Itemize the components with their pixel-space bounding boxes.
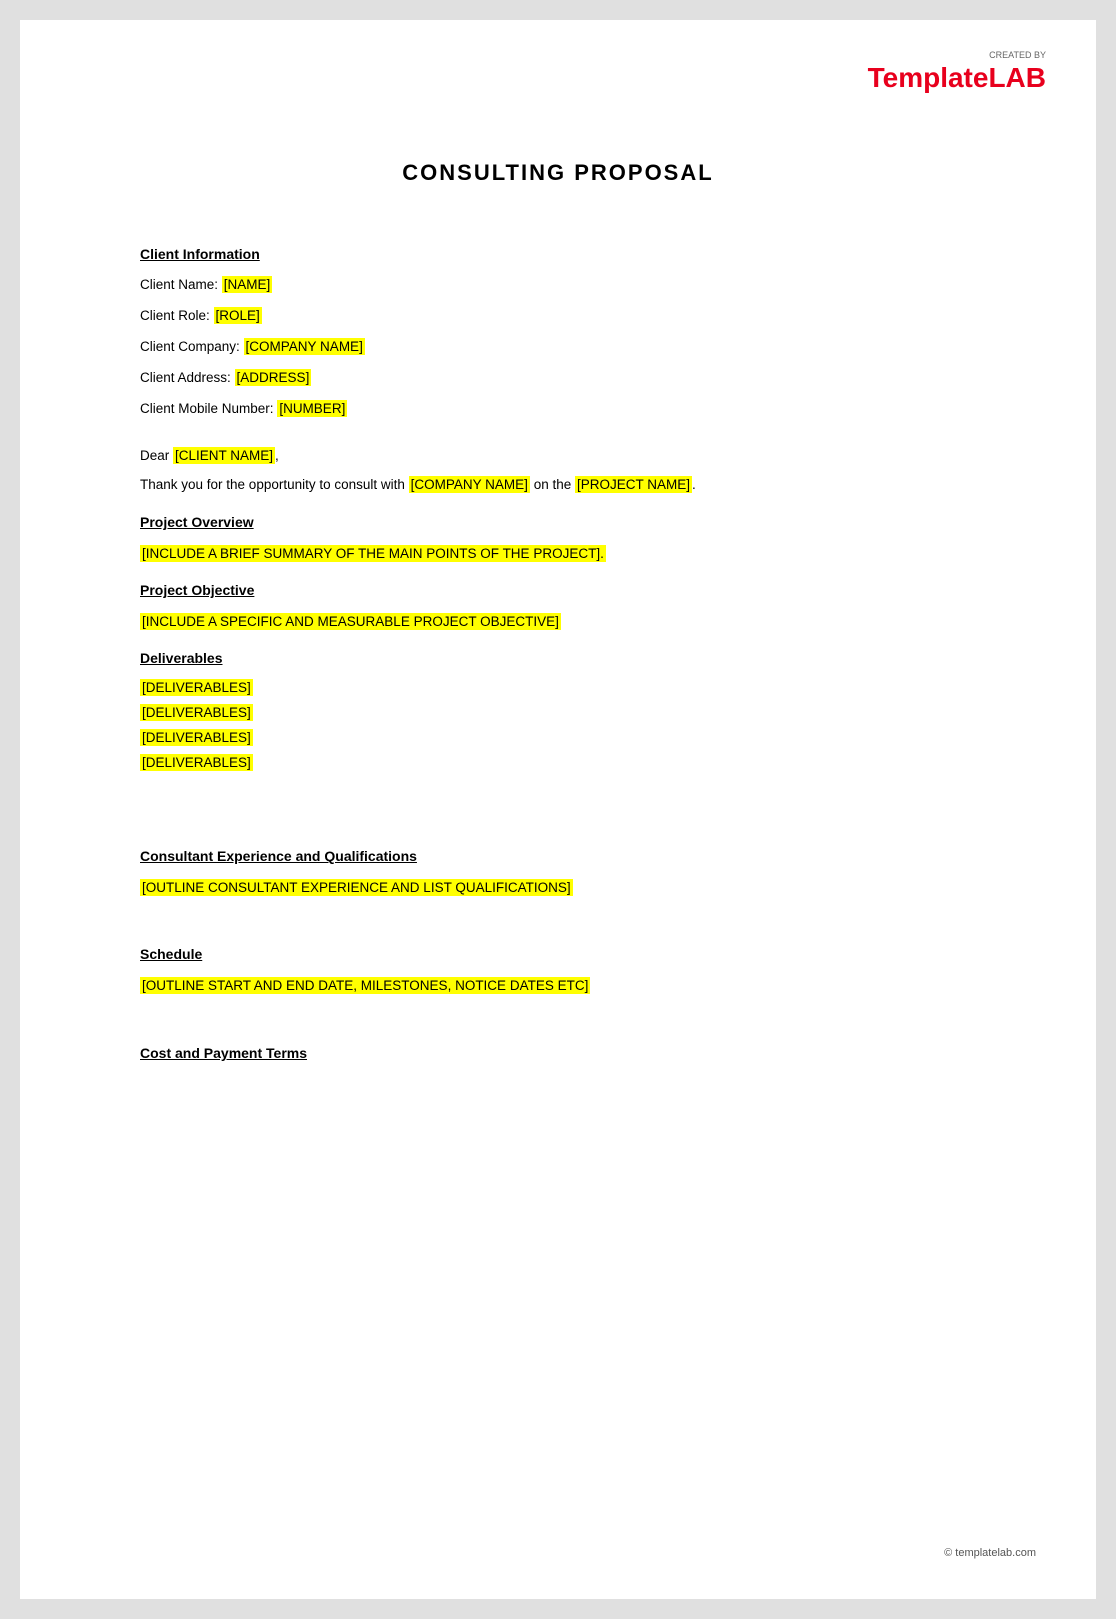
- client-information-section: Client Information Client Name: [NAME] C…: [140, 246, 976, 418]
- client-info-heading: Client Information: [140, 246, 976, 262]
- logo-area: CREATED BY TemplateLAB: [868, 50, 1046, 94]
- deliverable-item-1: [DELIVERABLES]: [140, 680, 976, 695]
- intro-prefix: Thank you for the opportunity to consult…: [140, 477, 409, 492]
- project-objective-content: [INCLUDE A SPECIFIC AND MEASURABLE PROJE…: [140, 612, 976, 632]
- client-mobile-row: Client Mobile Number: [NUMBER]: [140, 400, 976, 419]
- intro-company: [COMPANY NAME]: [409, 476, 530, 493]
- schedule-section: Schedule [OUTLINE START AND END DATE, MI…: [140, 946, 976, 996]
- schedule-content: [OUTLINE START AND END DATE, MILESTONES,…: [140, 976, 976, 996]
- client-mobile-label: Client Mobile Number:: [140, 401, 277, 416]
- deliverables-heading: Deliverables: [140, 650, 976, 666]
- project-objective-section: Project Objective [INCLUDE A SPECIFIC AN…: [140, 582, 976, 632]
- client-name-label: Client Name:: [140, 277, 222, 292]
- intro-suffix: .: [692, 477, 696, 492]
- consultant-experience-heading: Consultant Experience and Qualifications: [140, 848, 976, 864]
- project-overview-section: Project Overview [INCLUDE A BRIEF SUMMAR…: [140, 514, 976, 564]
- deliverable-1-value: [DELIVERABLES]: [140, 679, 253, 696]
- client-company-label: Client Company:: [140, 339, 244, 354]
- client-role-row: Client Role: [ROLE]: [140, 307, 976, 326]
- project-overview-content: [INCLUDE A BRIEF SUMMARY OF THE MAIN POI…: [140, 544, 976, 564]
- intro-text: Thank you for the opportunity to consult…: [140, 475, 976, 495]
- logo: TemplateLAB: [868, 62, 1046, 93]
- footer-text: © templatelab.com: [944, 1547, 1036, 1559]
- footer: © templatelab.com: [944, 1547, 1036, 1559]
- deliverables-list: [DELIVERABLES] [DELIVERABLES] [DELIVERAB…: [140, 680, 976, 770]
- intro-middle: on the: [530, 477, 575, 492]
- page: CREATED BY TemplateLAB CONSULTING PROPOS…: [20, 20, 1096, 1599]
- cost-payment-heading: Cost and Payment Terms: [140, 1045, 976, 1061]
- project-overview-value: [INCLUDE A BRIEF SUMMARY OF THE MAIN POI…: [140, 545, 606, 562]
- deliverable-item-3: [DELIVERABLES]: [140, 730, 976, 745]
- consultant-experience-content: [OUTLINE CONSULTANT EXPERIENCE AND LIST …: [140, 878, 976, 898]
- deliverable-3-value: [DELIVERABLES]: [140, 729, 253, 746]
- client-address-label: Client Address:: [140, 370, 235, 385]
- created-by-label: CREATED BY: [868, 50, 1046, 60]
- logo-black-text: Template: [868, 62, 989, 93]
- intro-project: [PROJECT NAME]: [575, 476, 692, 493]
- consultant-experience-section: Consultant Experience and Qualifications…: [140, 848, 976, 898]
- dear-suffix: ,: [275, 448, 279, 463]
- deliverable-item-4: [DELIVERABLES]: [140, 755, 976, 770]
- client-role-value: [ROLE]: [214, 307, 262, 324]
- client-company-value: [COMPANY NAME]: [244, 338, 365, 355]
- dear-client-name: [CLIENT NAME]: [173, 447, 275, 464]
- deliverable-2-value: [DELIVERABLES]: [140, 704, 253, 721]
- client-address-row: Client Address: [ADDRESS]: [140, 369, 976, 388]
- schedule-heading: Schedule: [140, 946, 976, 962]
- client-name-row: Client Name: [NAME]: [140, 276, 976, 295]
- project-objective-heading: Project Objective: [140, 582, 976, 598]
- page-title: CONSULTING PROPOSAL: [140, 160, 976, 186]
- client-mobile-value: [NUMBER]: [277, 400, 347, 417]
- deliverable-4-value: [DELIVERABLES]: [140, 754, 253, 771]
- project-objective-value: [INCLUDE A SPECIFIC AND MEASURABLE PROJE…: [140, 613, 561, 630]
- dear-prefix: Dear: [140, 448, 173, 463]
- project-overview-heading: Project Overview: [140, 514, 976, 530]
- logo-red-text: LAB: [988, 62, 1046, 93]
- client-company-row: Client Company: [COMPANY NAME]: [140, 338, 976, 357]
- schedule-value: [OUTLINE START AND END DATE, MILESTONES,…: [140, 977, 590, 994]
- client-address-value: [ADDRESS]: [235, 369, 312, 386]
- client-role-label: Client Role:: [140, 308, 214, 323]
- deliverables-section: Deliverables [DELIVERABLES] [DELIVERABLE…: [140, 650, 976, 770]
- client-name-value: [NAME]: [222, 276, 273, 293]
- dear-line: Dear [CLIENT NAME],: [140, 448, 976, 463]
- consultant-experience-value: [OUTLINE CONSULTANT EXPERIENCE AND LIST …: [140, 879, 573, 896]
- cost-payment-section: Cost and Payment Terms: [140, 1045, 976, 1061]
- deliverable-item-2: [DELIVERABLES]: [140, 705, 976, 720]
